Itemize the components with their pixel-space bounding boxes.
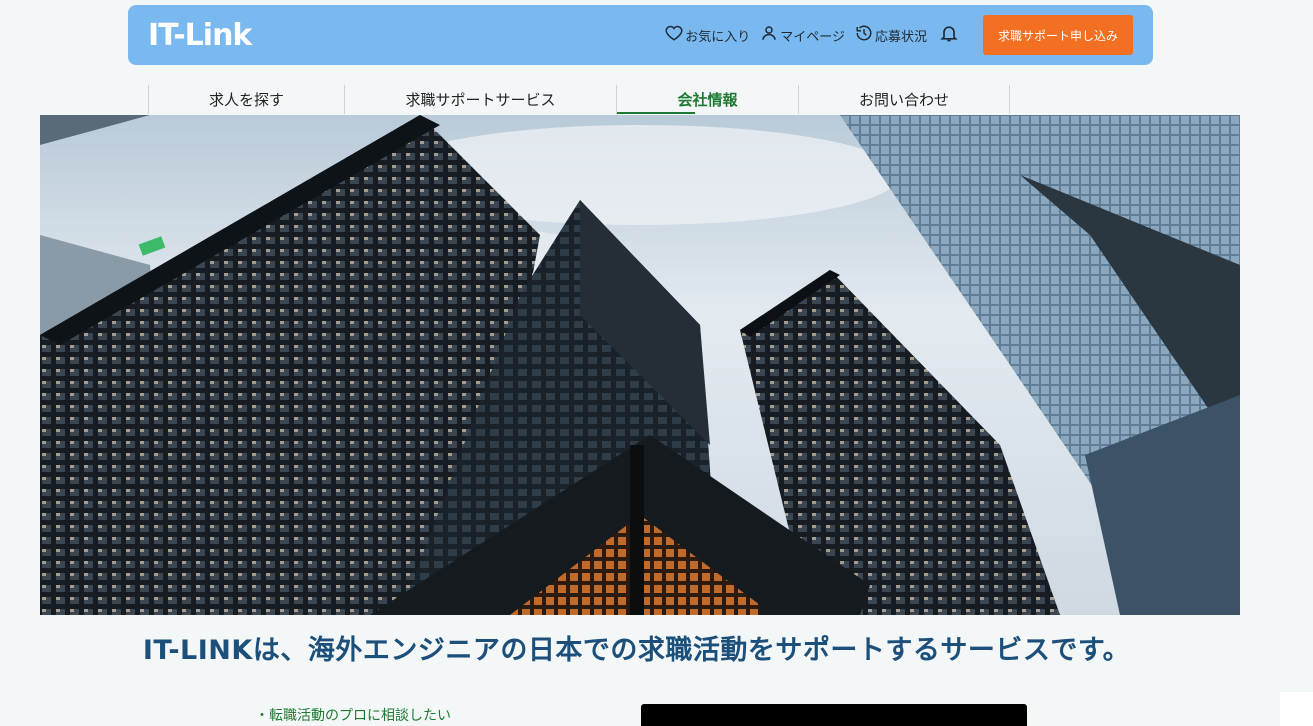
notifications-button[interactable] xyxy=(939,23,959,47)
hero-image xyxy=(40,115,1240,615)
mypage-link[interactable]: マイページ xyxy=(760,24,845,46)
user-icon xyxy=(760,24,778,46)
nav-item-job-support[interactable]: 求職サポートサービス xyxy=(344,85,616,114)
nav-item-contact[interactable]: お問い合わせ xyxy=(798,85,1010,114)
history-icon xyxy=(855,24,873,46)
application-status-link[interactable]: 応募状況 xyxy=(855,24,927,46)
nav-item-company-info[interactable]: 会社情報 xyxy=(616,85,798,114)
skyscrapers-illustration xyxy=(40,115,1240,615)
header-actions: お気に入り マイページ 応募状況 求職サポート申し込み xyxy=(655,15,1133,55)
site-header: IT-Link お気に入り マイページ 応募状況 求職サポート申し込み xyxy=(128,5,1153,65)
bell-icon xyxy=(939,23,959,47)
main-nav: 求人を探す 求職サポートサービス 会社情報 お問い合わせ xyxy=(148,85,1010,114)
bullet-item: ・転職活動のプロに相談したい xyxy=(255,708,451,724)
favorites-label: お気に入り xyxy=(685,29,751,45)
mypage-label: マイページ xyxy=(780,29,845,45)
nav-item-job-search[interactable]: 求人を探す xyxy=(148,85,344,114)
video-player[interactable] xyxy=(641,704,1027,726)
site-logo[interactable]: IT-Link xyxy=(148,17,252,53)
job-support-apply-button[interactable]: 求職サポート申し込み xyxy=(982,15,1133,55)
service-tagline: IT-LINKは、海外エンジニアの日本での求職活動をサポートするサービスです。 xyxy=(142,635,1131,666)
application-status-label: 応募状況 xyxy=(874,29,927,45)
favorites-link[interactable]: お気に入り xyxy=(665,24,750,46)
page-corner-block xyxy=(1280,692,1313,726)
heart-icon xyxy=(665,24,683,46)
